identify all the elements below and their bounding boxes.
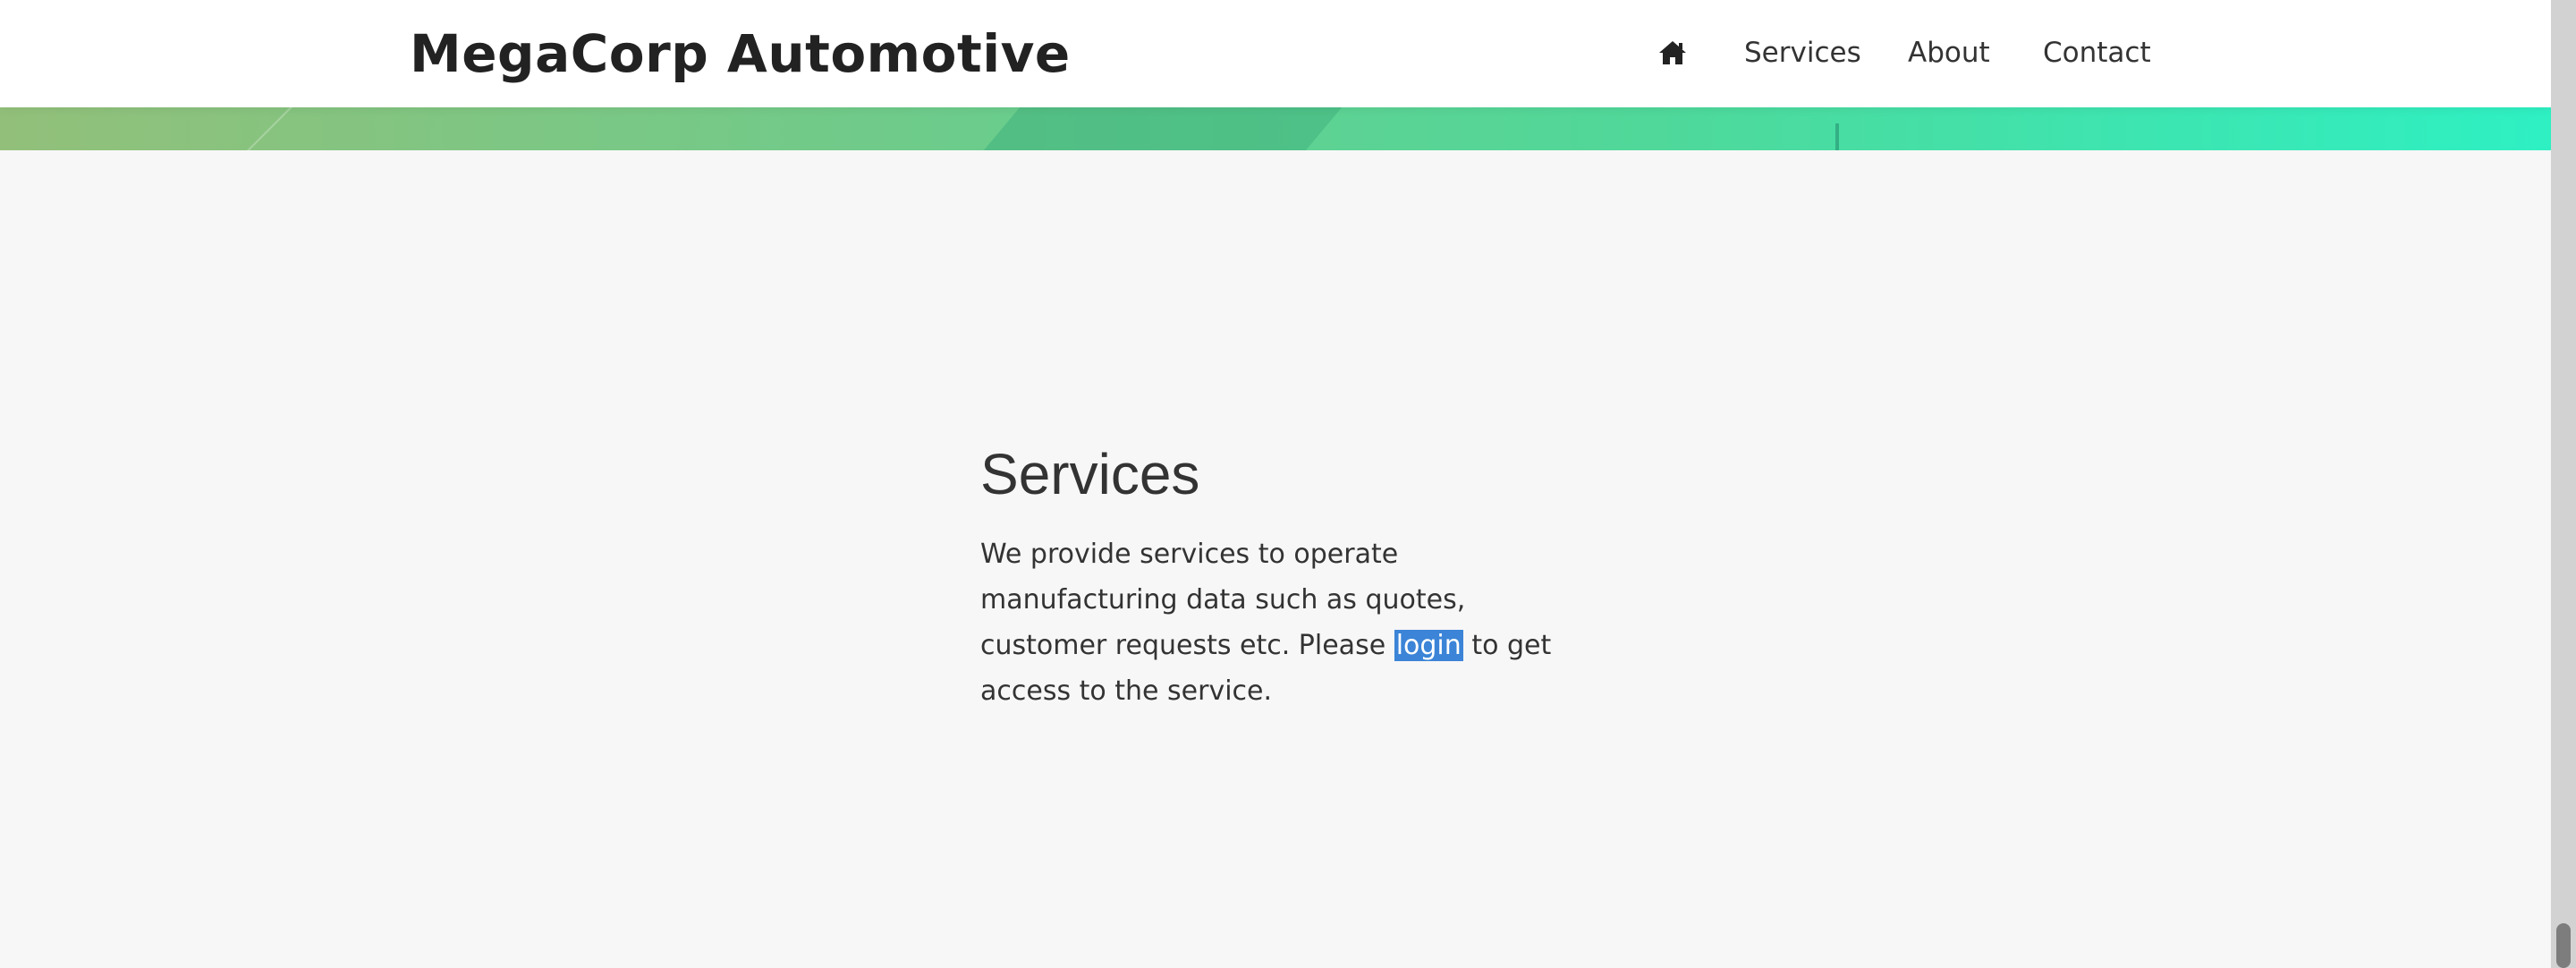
services-description: We provide services to operate manufactu… — [980, 531, 1589, 714]
services-section: Services We provide services to operate … — [980, 438, 1606, 714]
navbar: MegaCorp Automotive Services About Conta… — [0, 0, 2551, 107]
hero-decoration — [983, 107, 1343, 150]
hero-banner-strip — [0, 107, 2551, 150]
nav-link-services[interactable]: Services — [1744, 34, 1861, 72]
nav-link-about[interactable]: About — [1908, 34, 1990, 72]
scrollbar-thumb[interactable] — [2556, 923, 2571, 968]
hero-decoration — [247, 107, 292, 150]
nav-link-contact[interactable]: Contact — [2043, 34, 2151, 72]
brand-logo-text[interactable]: MegaCorp Automotive — [410, 21, 1071, 86]
hero-decoration — [1835, 123, 1839, 150]
description-text: We provide services to operate manufactu… — [980, 539, 1466, 661]
vertical-scrollbar[interactable] — [2551, 0, 2576, 968]
home-icon[interactable] — [1657, 39, 1688, 66]
page: MegaCorp Automotive Services About Conta… — [0, 0, 2551, 968]
page-title: Services — [980, 442, 1200, 506]
login-link[interactable]: login — [1394, 630, 1463, 661]
